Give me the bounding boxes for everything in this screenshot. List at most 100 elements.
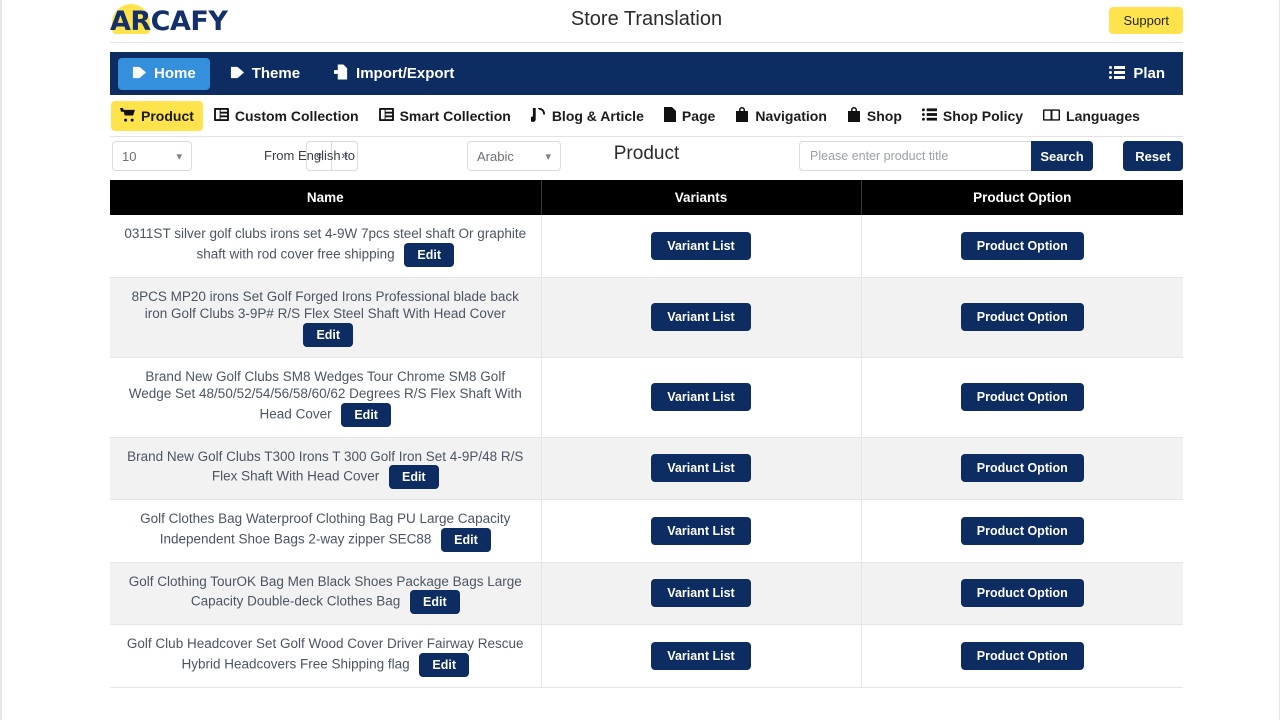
nav-item-import-export-label: Import/Export [356, 65, 455, 82]
product-name: 0311ST silver golf clubs irons set 4-9W … [124, 225, 527, 267]
tab-shop-label: Shop [866, 107, 902, 124]
variant-list-button[interactable]: Variant List [651, 641, 751, 670]
list-icon [1109, 65, 1126, 82]
cell-product-name: 8PCS MP20 irons Set Golf Forged Irons Pr… [110, 277, 542, 358]
main-navbar: Home Theme Import/Export Plan [110, 52, 1183, 95]
variant-list-button[interactable]: Variant List [651, 231, 751, 260]
table-row: 0311ST silver golf clubs irons set 4-9W … [110, 215, 1183, 278]
tab-shop-policy-label: Shop Policy [942, 107, 1024, 124]
product-name: Brand New Golf Clubs SM8 Wedges Tour Chr… [124, 368, 527, 427]
product-option-button[interactable]: Product Option [960, 454, 1084, 483]
cell-variants: Variant List [541, 215, 862, 278]
table-row: Golf Clothes Bag Waterproof Clothing Bag… [110, 499, 1183, 563]
tab-page[interactable]: Page [655, 100, 724, 131]
table-row: Brand New Golf Clubs SM8 Wedges Tour Chr… [110, 357, 1183, 438]
products-table: Name Variants Product Option 0311ST silv… [110, 180, 1183, 688]
languages-icon [1043, 108, 1061, 123]
blog-icon [529, 107, 546, 124]
edit-button[interactable]: Edit [388, 465, 439, 489]
tab-product-label: Product [141, 107, 194, 124]
edit-button[interactable]: Edit [419, 652, 469, 677]
edit-button[interactable]: Edit [410, 590, 460, 614]
sub-navigation: Product Custom Collection Smart Collecti… [110, 95, 1183, 137]
cell-product-option: Product Option [861, 562, 1183, 625]
product-name: Golf Club Headcover Set Golf Wood Cover … [124, 635, 527, 677]
search-input[interactable] [799, 141, 1033, 171]
product-option-button[interactable]: Product Option [960, 579, 1084, 608]
cell-variants: Variant List [541, 624, 862, 688]
column-header-name: Name [110, 180, 542, 215]
tab-shop[interactable]: Shop [838, 100, 911, 131]
product-option-button[interactable]: Product Option [960, 231, 1084, 260]
reset-button[interactable]: Reset [1123, 141, 1183, 171]
cell-product-name: 0311ST silver golf clubs irons set 4-9W … [110, 215, 542, 278]
cart-icon [120, 107, 135, 124]
cell-product-option: Product Option [861, 277, 1183, 358]
support-button[interactable]: Support [1109, 7, 1183, 34]
table-header-row: Name Variants Product Option [110, 180, 1183, 215]
table-body: 0311ST silver golf clubs irons set 4-9W … [110, 215, 1183, 688]
product-option-button[interactable]: Product Option [960, 303, 1084, 331]
variant-list-button[interactable]: Variant List [651, 579, 751, 608]
bag-icon [735, 107, 749, 124]
nav-item-plan-label: Plan [1133, 65, 1165, 82]
edit-button[interactable]: Edit [303, 322, 354, 347]
product-option-button[interactable]: Product Option [960, 383, 1084, 411]
tab-blog-article[interactable]: Blog & Article [522, 101, 653, 131]
cell-product-name: Golf Clothing TourOK Bag Men Black Shoes… [110, 562, 542, 625]
collection-icon [378, 108, 394, 123]
table-header: Name Variants Product Option [110, 180, 1183, 215]
nav-item-theme[interactable]: Theme [216, 58, 314, 90]
page-icon [663, 107, 676, 124]
nav-item-home[interactable]: Home [118, 57, 210, 90]
table-row: Brand New Golf Clubs T300 Irons T 300 Go… [110, 437, 1183, 500]
nav-item-plan[interactable]: Plan [1101, 59, 1173, 88]
search-button[interactable]: Search [1031, 141, 1093, 171]
file-export-icon [334, 64, 349, 83]
tab-languages-label: Languages [1066, 107, 1140, 124]
cell-product-name: Golf Club Headcover Set Golf Wood Cover … [110, 624, 542, 688]
page-container: ARCAFY Store Translation Support Home Th… [110, 0, 1183, 688]
edit-button[interactable]: Edit [441, 527, 491, 552]
tag-icon [230, 65, 245, 83]
tab-navigation-label: Navigation [755, 107, 827, 124]
cell-product-name: Golf Clothes Bag Waterproof Clothing Bag… [110, 499, 542, 563]
cell-variants: Variant List [541, 562, 862, 625]
cell-product-option: Product Option [861, 357, 1183, 438]
product-name: Brand New Golf Clubs T300 Irons T 300 Go… [124, 448, 527, 489]
cell-product-name: Brand New Golf Clubs T300 Irons T 300 Go… [110, 437, 542, 500]
tab-smart-collection-label: Smart Collection [399, 107, 511, 124]
bag-icon [847, 107, 861, 124]
column-header-variants: Variants [541, 180, 862, 215]
variant-list-button[interactable]: Variant List [651, 303, 751, 331]
variant-list-button[interactable]: Variant List [651, 516, 751, 545]
tab-product[interactable]: Product [111, 100, 203, 131]
tab-shop-policy[interactable]: Shop Policy [913, 101, 1032, 131]
app-root: ARCAFY Store Translation Support Home Th… [0, 0, 1280, 720]
product-option-button[interactable]: Product Option [960, 641, 1084, 670]
nav-item-import-export[interactable]: Import/Export [320, 57, 468, 90]
variant-list-button[interactable]: Variant List [651, 454, 751, 483]
tab-custom-collection[interactable]: Custom Collection [205, 101, 368, 131]
cell-variants: Variant List [541, 499, 862, 563]
cell-variants: Variant List [541, 357, 862, 438]
column-header-product-option: Product Option [861, 180, 1183, 215]
nav-item-home-label: Home [154, 65, 196, 82]
product-option-button[interactable]: Product Option [960, 516, 1084, 545]
tab-smart-collection[interactable]: Smart Collection [370, 101, 520, 131]
cell-product-name: Brand New Golf Clubs SM8 Wedges Tour Chr… [110, 357, 542, 438]
edit-button[interactable]: Edit [404, 242, 454, 267]
top-header: ARCAFY Store Translation Support [110, 0, 1183, 43]
product-name: Golf Clothing TourOK Bag Men Black Shoes… [124, 573, 527, 614]
tab-languages[interactable]: Languages [1034, 101, 1149, 131]
cell-variants: Variant List [541, 277, 862, 358]
product-name: 8PCS MP20 irons Set Golf Forged Irons Pr… [124, 288, 527, 347]
cell-product-option: Product Option [861, 437, 1183, 500]
tab-blog-article-label: Blog & Article [551, 107, 644, 124]
tab-navigation[interactable]: Navigation [726, 100, 836, 131]
controls-row: 10 ▾ « » From English to Arabic ▾ Produc… [110, 137, 1183, 179]
variant-list-button[interactable]: Variant List [651, 383, 751, 411]
edit-button[interactable]: Edit [341, 402, 391, 427]
table-row: Golf Clothing TourOK Bag Men Black Shoes… [110, 562, 1183, 625]
cell-product-option: Product Option [861, 624, 1183, 688]
